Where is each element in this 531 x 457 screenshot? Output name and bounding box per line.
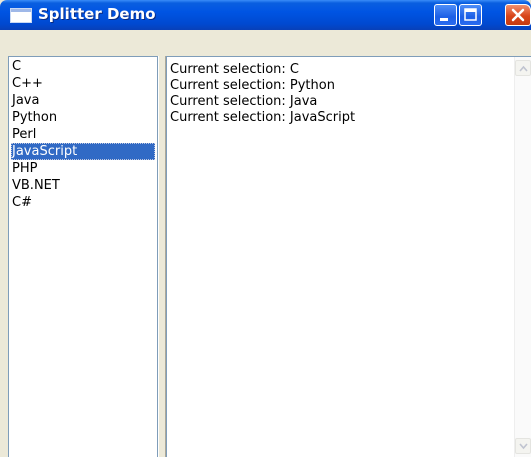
list-item-python[interactable]: Python — [11, 109, 155, 126]
close-button[interactable] — [505, 4, 531, 26]
log-line: Current selection: Python — [170, 78, 335, 93]
minimize-icon — [440, 18, 448, 21]
list-item-php[interactable]: PHP — [11, 160, 155, 177]
list-item-csharp[interactable]: C# — [11, 194, 155, 211]
list-item-c[interactable]: C — [11, 58, 155, 75]
list-item-cpp[interactable]: C++ — [11, 75, 155, 92]
close-icon — [511, 8, 525, 22]
selection-log-textarea[interactable]: Current selection: C Current selection: … — [166, 56, 531, 457]
maximize-icon — [464, 8, 477, 21]
log-line: Current selection: C — [170, 62, 299, 77]
window-icon — [10, 8, 32, 23]
maximize-button[interactable] — [459, 4, 482, 26]
list-item-vbnet[interactable]: VB.NET — [11, 177, 155, 194]
chevron-down-icon — [519, 443, 528, 450]
title-bar[interactable]: Splitter Demo — [0, 0, 531, 30]
vertical-scrollbar[interactable] — [514, 57, 531, 457]
app-window: Splitter Demo C C++ Java Python Perl Jav… — [0, 0, 531, 457]
log-line: Current selection: JavaScript — [170, 110, 356, 125]
minimize-button[interactable] — [434, 4, 457, 26]
window-title: Splitter Demo — [38, 5, 156, 23]
splitter-handle[interactable] — [158, 56, 166, 457]
list-item-java[interactable]: Java — [11, 92, 155, 109]
list-item-perl[interactable]: Perl — [11, 126, 155, 143]
scroll-down-button[interactable] — [515, 438, 531, 454]
chevron-up-icon — [519, 65, 528, 72]
log-line: Current selection: Java — [170, 94, 318, 109]
scroll-up-button[interactable] — [515, 60, 531, 76]
language-list[interactable]: C C++ Java Python Perl JavaScript PHP VB… — [8, 56, 158, 457]
list-item-javascript[interactable]: JavaScript — [11, 143, 155, 160]
